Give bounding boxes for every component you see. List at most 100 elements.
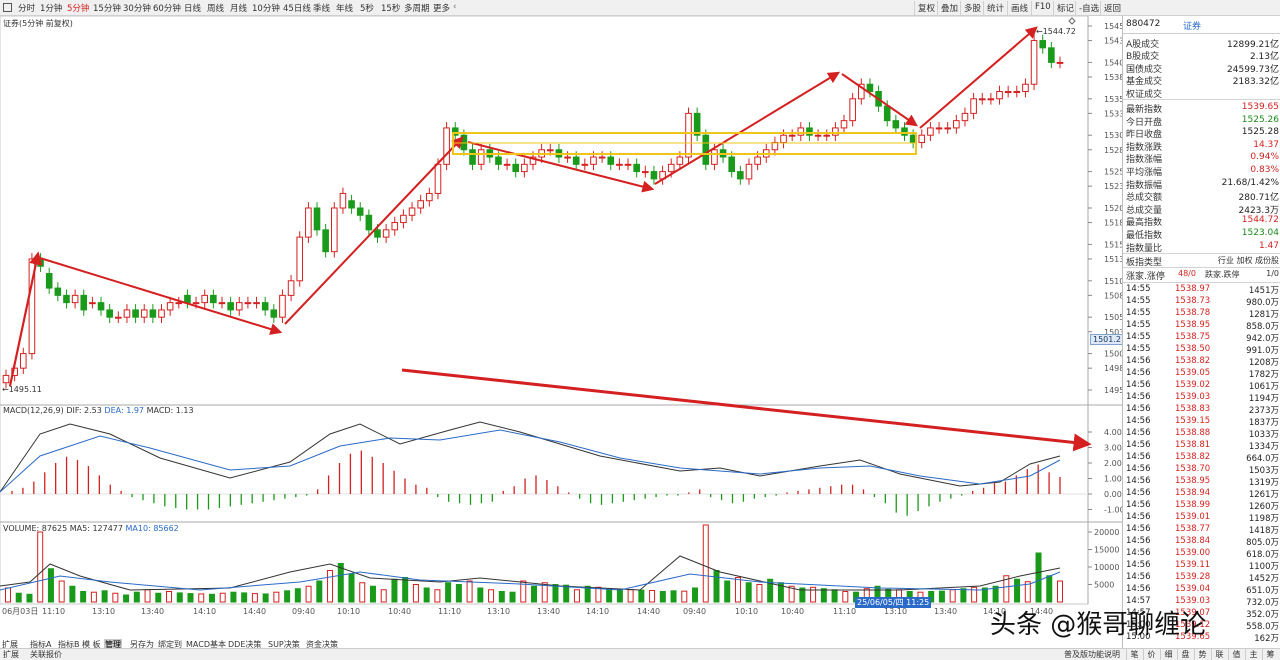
tick-price: 1539.11	[1175, 560, 1211, 571]
candle-body	[175, 302, 183, 305]
trade-tick-row: 14:55 1538.97 1451万	[1123, 284, 1280, 296]
volume-bar	[842, 591, 849, 603]
toolbar-button[interactable]: 统计	[983, 1, 1006, 15]
time-axis-label: 13:10	[884, 607, 907, 616]
period-tab[interactable]: 60分钟	[153, 2, 181, 14]
toolbar-button[interactable]: 叠加	[937, 1, 960, 15]
period-tab[interactable]: 15秒	[381, 2, 400, 14]
candle-body	[771, 141, 779, 151]
toolbar-button[interactable]: 返回	[1100, 1, 1123, 15]
period-tab[interactable]: 分时	[18, 2, 35, 14]
period-tab[interactable]: 10分钟	[252, 2, 280, 14]
quote-row: 指数涨跌 14.37	[1123, 139, 1280, 153]
period-tab[interactable]: 5秒	[360, 2, 374, 14]
quote-row: 权证成交	[1123, 86, 1280, 100]
trade-tick-row: 14:56 1539.11 1100万	[1123, 560, 1280, 572]
candle-body	[460, 134, 468, 151]
diamond-icon[interactable]	[1068, 17, 1076, 25]
index-type-options[interactable]: 行业 加权 成份股	[1218, 255, 1279, 266]
panel-switch-button[interactable]: 筹	[1262, 649, 1278, 660]
candle-body	[261, 302, 269, 311]
period-tab[interactable]: 45日线	[283, 2, 311, 14]
ma10-line	[0, 571, 1061, 591]
panel-switch-button[interactable]: 价	[1143, 649, 1159, 660]
tick-time: 14:55	[1126, 320, 1151, 331]
quote-row: B股成交 2.13亿	[1123, 48, 1280, 62]
tick-volume: 1208万	[1248, 358, 1279, 369]
candle-body	[780, 134, 787, 143]
tick-price: 1538.88	[1175, 428, 1211, 439]
panel-switch-button[interactable]: 值	[1228, 649, 1244, 660]
time-axis-label: 14:10	[586, 607, 609, 616]
candle-body	[849, 98, 856, 122]
volume-bar	[563, 584, 570, 603]
candle-body	[322, 229, 329, 253]
period-tab[interactable]: 月线	[230, 2, 247, 14]
candle-body	[961, 112, 969, 122]
tick-time: 14:55	[1126, 284, 1151, 295]
period-tab[interactable]: 5分钟	[67, 2, 89, 14]
price-tick-label: 1545	[1104, 22, 1122, 31]
candle-body	[711, 149, 718, 165]
tick-time: 14:56	[1126, 476, 1151, 487]
tick-price: 1539.01	[1175, 512, 1211, 523]
period-tab[interactable]: 30分钟	[123, 2, 151, 14]
trade-tick-row: 14:56 1539.03 1194万	[1123, 392, 1280, 404]
chevron-left-icon[interactable]: ‹	[453, 2, 456, 12]
macd-tick-label: 0.00	[1104, 490, 1122, 499]
candle-body	[201, 294, 209, 304]
quote-row: 总成交额 280.71亿	[1123, 189, 1280, 203]
related-quote-tab[interactable]: 关联报价	[30, 649, 62, 660]
candle-body	[745, 163, 753, 180]
period-tab[interactable]: 日线	[184, 2, 201, 14]
period-tab[interactable]: 15分钟	[93, 2, 121, 14]
toolbar-button[interactable]: 画线	[1007, 1, 1030, 15]
toolbar-button[interactable]: 多股	[960, 1, 983, 15]
quote-value: 0.83%	[1250, 165, 1279, 175]
index-type-row: 板指类型 行业 加权 成份股	[1123, 254, 1280, 268]
period-tab[interactable]: 年线	[336, 2, 353, 14]
tick-volume: 980.0万	[1246, 298, 1279, 309]
index-name[interactable]: 证券	[1183, 19, 1201, 32]
toolbar-button[interactable]: F10	[1031, 1, 1054, 15]
candle-body	[935, 127, 943, 130]
tick-price: 1538.84	[1175, 536, 1211, 547]
period-tab[interactable]: 1分钟	[40, 2, 62, 14]
candle-body	[305, 207, 312, 238]
panel-switch-button[interactable]: 笔	[1126, 649, 1142, 660]
panel-switch-button[interactable]: 联	[1211, 649, 1227, 660]
period-tab[interactable]: 更多	[433, 2, 450, 14]
panel-switch-button[interactable]: 盘	[1177, 649, 1193, 660]
expand-tab[interactable]: 扩展	[3, 649, 19, 660]
volume-bar	[380, 589, 387, 603]
toolbar-button[interactable]: 复权	[914, 1, 937, 15]
panel-switch-button[interactable]: 细	[1160, 649, 1176, 660]
tick-price: 1538.81	[1175, 440, 1211, 451]
candle-body	[477, 149, 485, 165]
candle-body	[1030, 40, 1038, 85]
candle-body	[166, 302, 174, 311]
volume-bar	[831, 589, 838, 603]
price-tick-label: 1518	[1104, 219, 1122, 228]
volume-bar	[337, 563, 344, 603]
candle-body	[106, 309, 113, 318]
period-tab[interactable]: 季线	[313, 2, 330, 14]
window-icon[interactable]	[3, 3, 12, 12]
time-axis-label: 09:40	[683, 607, 706, 616]
toolbar-button[interactable]: 标记	[1053, 1, 1076, 15]
panel-switch-button[interactable]: 势	[1194, 649, 1210, 660]
help-link[interactable]: 普及版功能说明	[1064, 649, 1120, 660]
trade-tick-row: 14:56 1539.01 1198万	[1123, 512, 1280, 524]
panel-switch-button[interactable]: 主	[1245, 649, 1261, 660]
volume-bar	[112, 592, 119, 603]
period-tab[interactable]: 多周期	[404, 2, 430, 14]
volume-tick-label: 5000	[1094, 581, 1114, 590]
price-tick-label: 1538	[1104, 73, 1122, 82]
high-price-value: 1544.72	[1042, 27, 1076, 36]
macd-value: MACD: 1.13	[146, 406, 194, 415]
period-tab[interactable]: 周线	[207, 2, 224, 14]
tick-price: 1538.78	[1175, 308, 1211, 319]
quote-row: 平均涨幅 0.83%	[1123, 164, 1280, 178]
toolbar-button[interactable]: -自选	[1075, 1, 1101, 15]
time-axis-label: 14:40	[243, 607, 266, 616]
